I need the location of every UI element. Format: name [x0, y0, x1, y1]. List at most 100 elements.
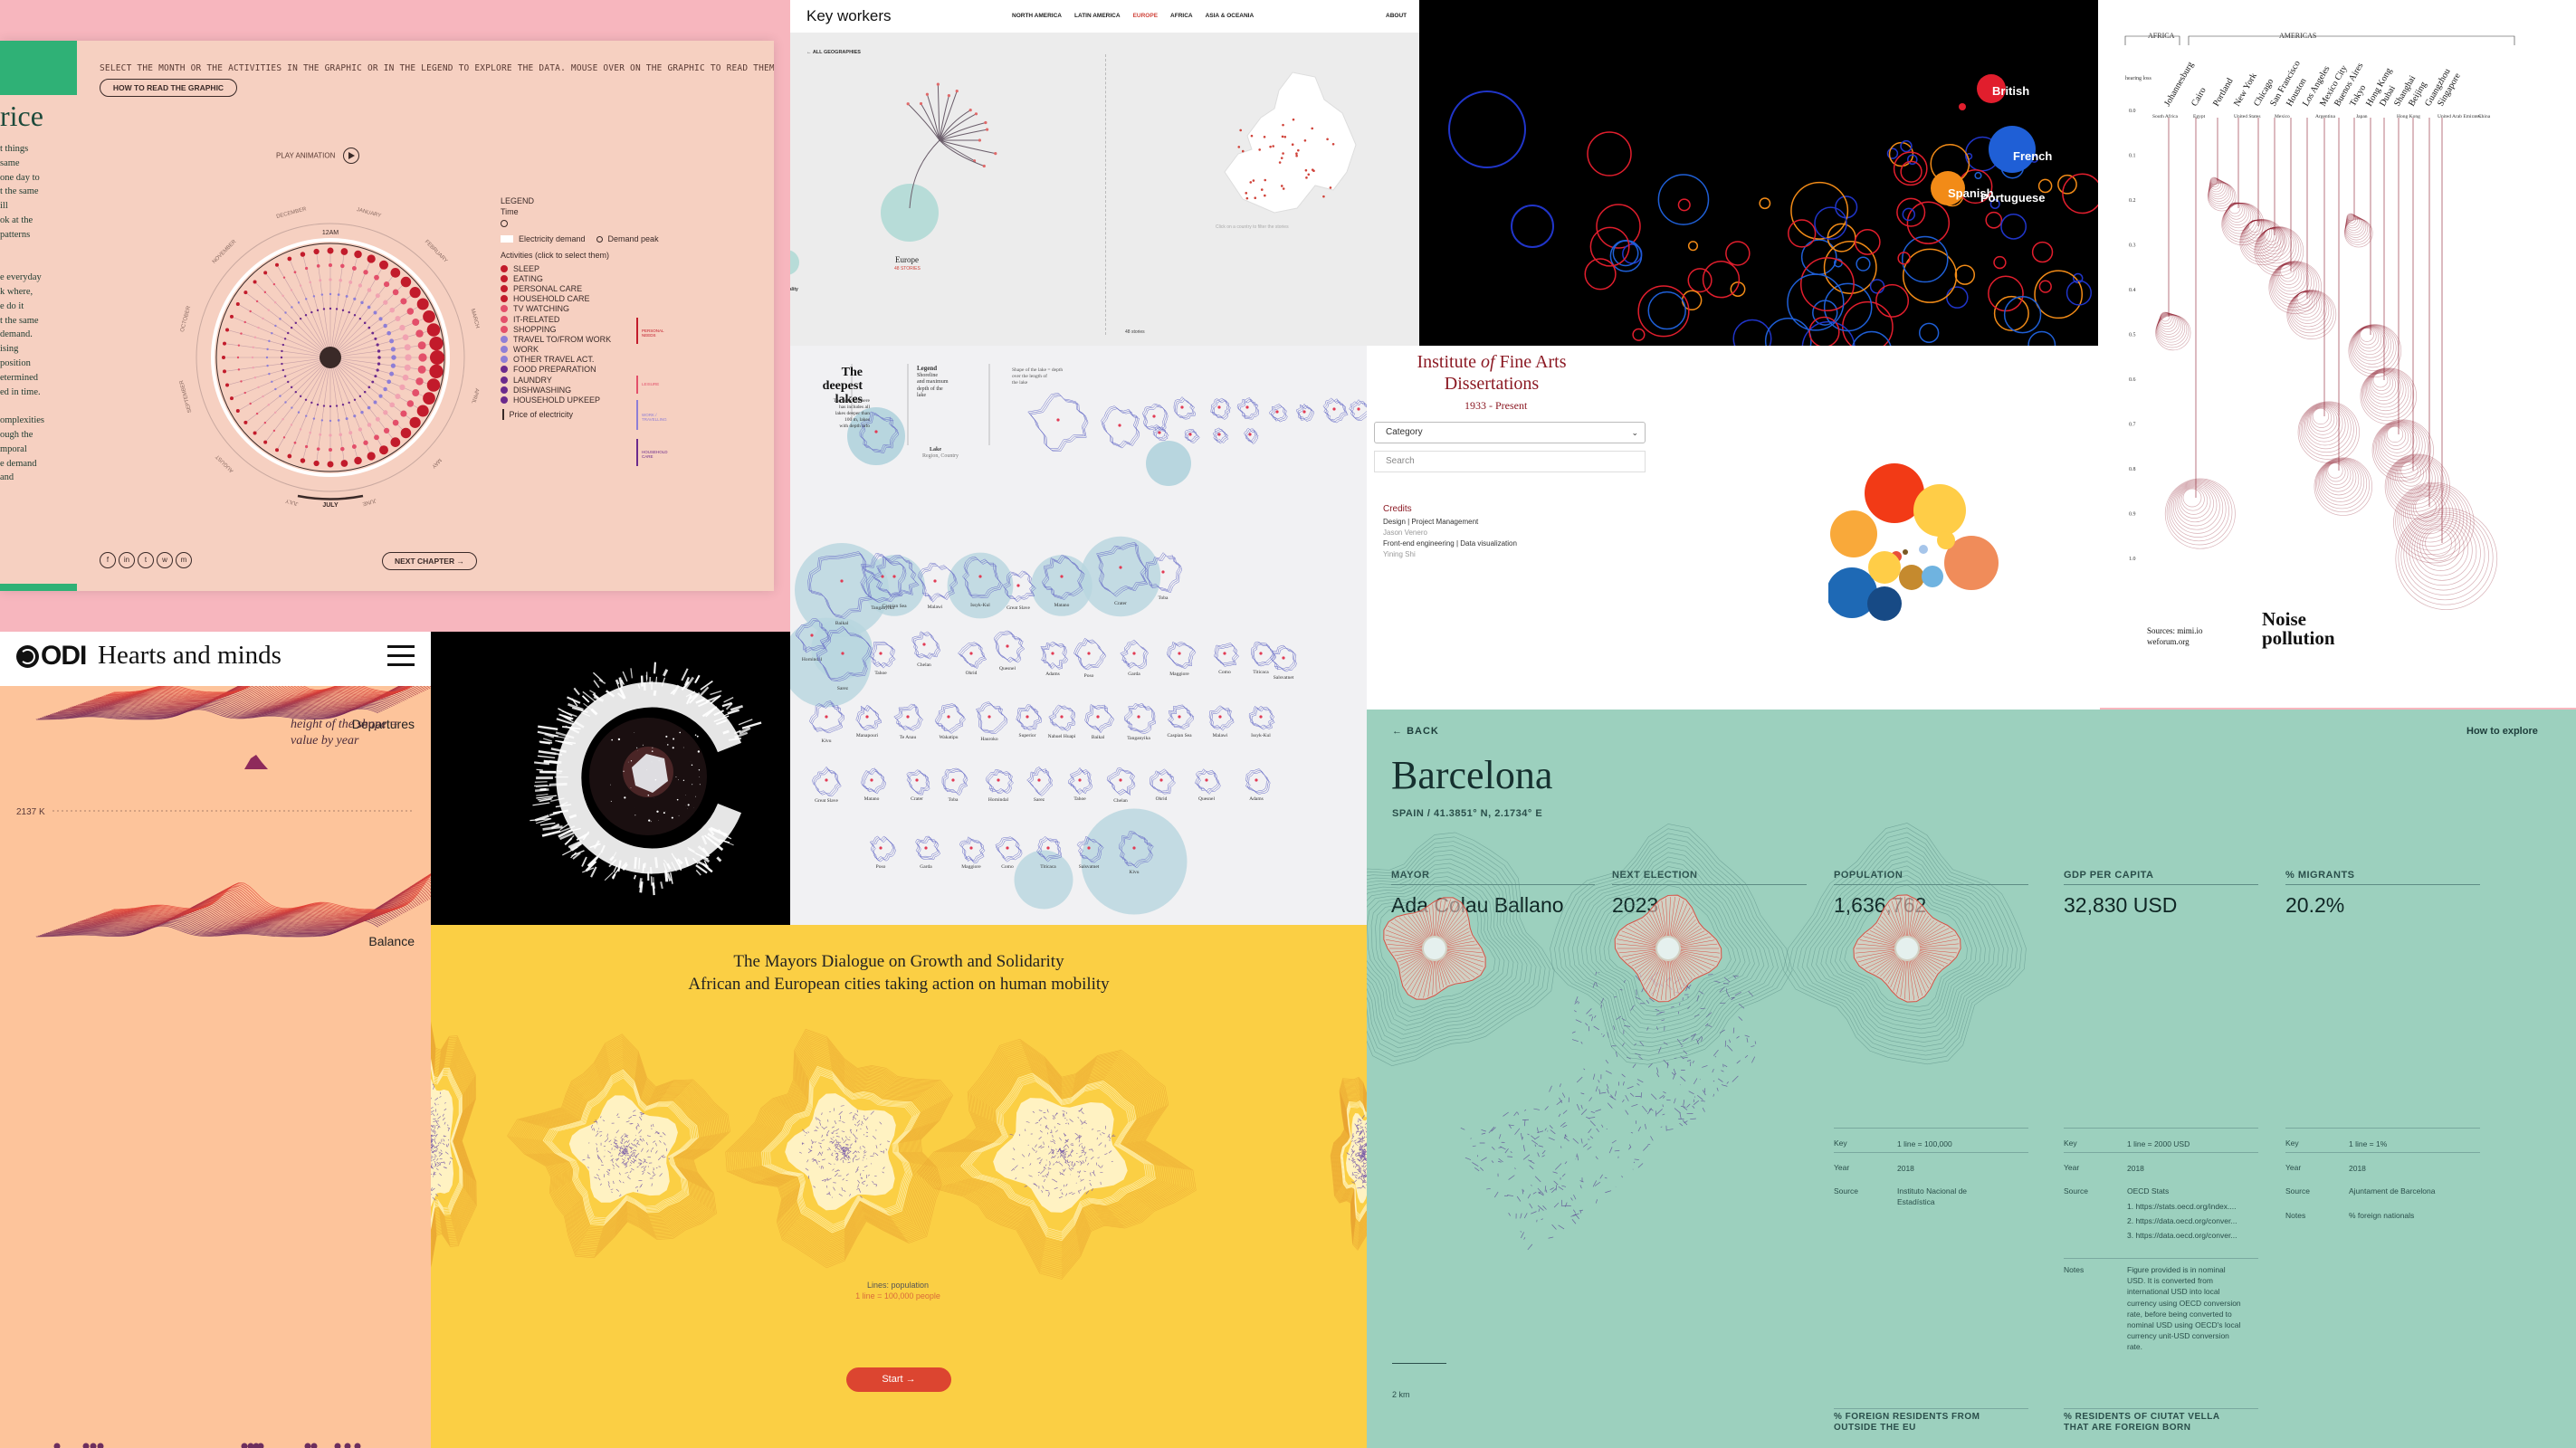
- about-link[interactable]: ABOUT: [1386, 13, 1407, 19]
- lakes-chart[interactable]: Baikal Tanganyika Caspian Sea Malawi Issyk-K…: [790, 346, 1367, 925]
- search-input[interactable]: Search: [1374, 451, 1646, 472]
- series-label: Balance: [368, 934, 415, 948]
- activity-dot: [266, 348, 269, 351]
- activity-dot: [283, 338, 287, 340]
- month-label: SEPTEMBER: [179, 379, 194, 414]
- nav-item-africa[interactable]: AFRICA: [1170, 13, 1193, 19]
- street: [1351, 1181, 1355, 1184]
- indicator-line: [1918, 928, 1950, 944]
- activity-item[interactable]: PERSONAL CARE: [501, 283, 682, 293]
- back-link[interactable]: ← BACK: [1392, 726, 1439, 737]
- source-link[interactable]: 2. https://data.oecd.org/conver...: [2127, 1216, 2237, 1225]
- indicator-line: [1446, 952, 1484, 967]
- start-button[interactable]: Start →: [846, 1367, 951, 1392]
- y-tick: 0.7: [2129, 423, 2136, 428]
- credits-heading[interactable]: Credits: [1383, 504, 1412, 514]
- social-icon[interactable]: m: [176, 552, 192, 568]
- event-dot: [241, 1443, 248, 1448]
- fragment: [660, 881, 663, 890]
- play-icon[interactable]: [342, 148, 359, 164]
- street: [1554, 1163, 1562, 1170]
- ridgeline-chart[interactable]: 2137 KArrivals2137 KDepartures2137 KBala…: [0, 686, 431, 1448]
- activity-item[interactable]: IT-RELATED: [501, 314, 682, 324]
- street: [1596, 1128, 1599, 1133]
- activity-item[interactable]: EATING: [501, 273, 682, 283]
- hamburger-menu-icon[interactable]: [387, 643, 415, 667]
- region-label: AMERICAS: [2279, 32, 2316, 40]
- street: [1541, 1155, 1545, 1157]
- ring: [1647, 291, 1686, 330]
- fragment: [539, 740, 551, 745]
- odi-logo[interactable]: ODI: [16, 641, 87, 672]
- story-dot: [1326, 138, 1329, 141]
- activity-item[interactable]: TV WATCHING: [501, 304, 682, 314]
- fragment: [581, 856, 587, 867]
- activity-item[interactable]: HOUSEHOLD UPKEEP: [501, 395, 682, 405]
- how-to-read-button[interactable]: HOW TO READ THE GRAPHIC: [100, 79, 237, 97]
- social-icon[interactable]: w: [157, 552, 173, 568]
- street: [1656, 1026, 1659, 1031]
- ring: [1596, 204, 1641, 249]
- indicator-line: [1668, 897, 1671, 937]
- category-bubble: [1919, 545, 1928, 554]
- street: [1696, 1039, 1699, 1045]
- activity-dot: [275, 262, 279, 267]
- nav-item-latin-america[interactable]: LATIN AMERICA: [1074, 13, 1121, 19]
- street: [1609, 1095, 1617, 1100]
- key-label: Key: [2064, 1138, 2077, 1148]
- activity-item[interactable]: HOUSEHOLD CARE: [501, 294, 682, 304]
- fragment: [639, 881, 644, 893]
- source-link[interactable]: 3. https://data.oecd.org/conver...: [2127, 1231, 2237, 1240]
- how-to-explore-link[interactable]: How to explore: [2466, 726, 2538, 737]
- street: [1646, 1108, 1653, 1115]
- social-icon[interactable]: f: [100, 552, 116, 568]
- social-icon[interactable]: in: [119, 552, 135, 568]
- panel-noise-pollution: Johannesburg Cairo Portland New York Chicago…: [2098, 0, 2576, 708]
- street: [1679, 1112, 1682, 1119]
- noise-chart[interactable]: JohannesburgCairo PortlandNew YorkChicago…: [2098, 0, 2576, 708]
- activity-dot: [273, 411, 277, 414]
- activity-dot: [263, 271, 268, 275]
- max-depth-dot: [1282, 656, 1285, 660]
- street: [1738, 1016, 1743, 1021]
- lake-label: Baikal: [1092, 735, 1105, 740]
- indicator-line: [1868, 954, 1897, 972]
- street: [1656, 1072, 1660, 1078]
- activity-item[interactable]: FOOD PREPARATION: [501, 365, 682, 375]
- lake-shape: [1102, 406, 1139, 447]
- lake-label: Te Anau: [900, 735, 917, 740]
- nav-item-europe[interactable]: EUROPE: [1133, 13, 1158, 19]
- indicator-line: [1397, 951, 1423, 959]
- nav-item-north-america[interactable]: NORTH AMERICA: [1012, 13, 1062, 19]
- next-chapter-button[interactable]: NEXT CHAPTER →: [382, 552, 477, 570]
- radial-clock-chart[interactable]: JANUARY FEBRUARY MARCH APRIL MAY JUNE JULY AUGU…: [149, 181, 511, 543]
- all-geographies-link[interactable]: ← ALL GEOGRAPHIES: [806, 50, 861, 55]
- activity-dot: [329, 405, 332, 408]
- europe-map[interactable]: [1188, 63, 1369, 217]
- circle-chart[interactable]: BritishFrenchSpanishPortuguese: [1419, 0, 2098, 346]
- category-select[interactable]: Category ⌄: [1374, 422, 1646, 443]
- max-depth-dot: [874, 430, 878, 433]
- year-range: 1933 - Present: [1465, 399, 1528, 412]
- indicator-line: [1633, 923, 1658, 941]
- ring: [2034, 270, 2084, 319]
- activity-dot: [377, 349, 381, 353]
- context-ring: [1788, 827, 2022, 1061]
- side-text-line: and: [0, 472, 14, 483]
- source-link[interactable]: 1. https://stats.oecd.org/index....: [2127, 1202, 2236, 1211]
- activity-item[interactable]: SLEEP: [501, 263, 682, 273]
- play-animation[interactable]: PLAY ANIMATION: [276, 148, 359, 164]
- indicator-line: [1917, 923, 1942, 941]
- activity-dot: [282, 276, 286, 279]
- social-icon[interactable]: t: [138, 552, 154, 568]
- month-label: MARCH: [470, 309, 481, 329]
- bubble-cluster[interactable]: [1828, 450, 2100, 685]
- city-street-map[interactable]: [1394, 972, 1774, 1424]
- nav-item-asia-oceania[interactable]: ASIA & OCEANIA: [1206, 13, 1255, 19]
- activity-item[interactable]: OTHER TRAVEL ACT.: [501, 355, 682, 365]
- activity-dot: [371, 380, 375, 384]
- selected-month-arc: [297, 494, 364, 500]
- story-dot: [1331, 142, 1335, 146]
- indicator-line: [1674, 907, 1691, 938]
- activity-item[interactable]: WORK: [501, 345, 682, 355]
